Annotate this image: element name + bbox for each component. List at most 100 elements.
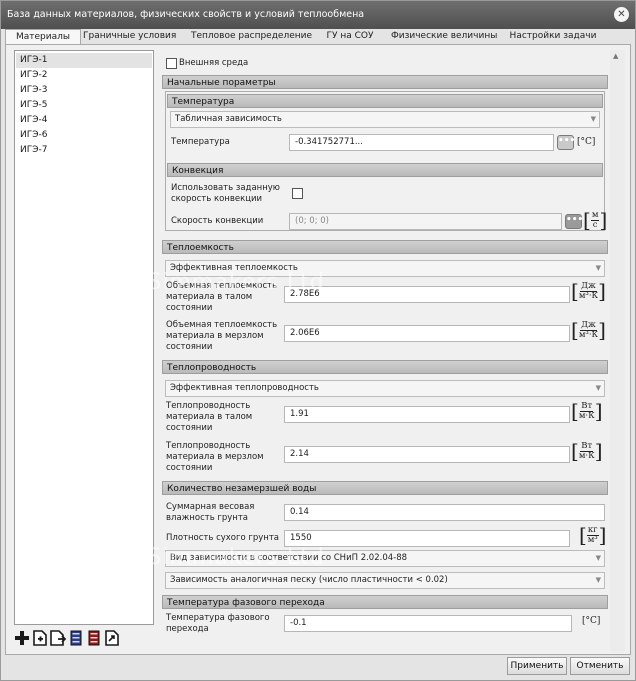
tab-heat-distribution[interactable]: Тепловое распределение — [191, 29, 312, 44]
scroll-up-icon[interactable]: ▲ — [613, 52, 618, 60]
apply-button[interactable]: Применить — [507, 657, 567, 675]
unit-numerator: кг — [586, 524, 599, 536]
temperature-unit: [°C] — [577, 137, 596, 147]
title-bar: База данных материалов, физических свойс… — [1, 1, 635, 29]
thawed-capacity-label-1: Объемная теплоемкость — [166, 281, 278, 291]
chevron-down-icon: ▼ — [595, 384, 601, 392]
list-item[interactable]: ИГЭ-6 — [16, 128, 152, 143]
external-env-label: Внешняя среда — [179, 58, 249, 68]
thawed-conductivity-label-2: материала в талом — [166, 412, 253, 422]
more-icon: ••• — [566, 215, 584, 225]
heat-capacity-header[interactable]: Теплоемкость — [162, 240, 608, 254]
thawed-conductivity-unit: [ Вт м·К ] — [571, 399, 603, 423]
external-env-checkbox[interactable] — [166, 58, 177, 69]
dependency-type-select[interactable]: Вид зависимости в соответствии со СНиП 2… — [165, 550, 605, 567]
frozen-conductivity-unit: [ Вт м·К ] — [571, 439, 603, 463]
phase-transition-label-2: перехода — [166, 624, 209, 634]
moisture-input[interactable]: 0.14 — [284, 504, 605, 521]
material-properties-panel: Внешняя среда Начальные пораметры Темпер… — [161, 50, 609, 652]
frozen-conductivity-input[interactable]: 2.14 — [284, 446, 570, 463]
list-item[interactable]: ИГЭ-3 — [16, 83, 152, 98]
frozen-capacity-label-1: Объемная теплоемкость — [166, 320, 278, 330]
chevron-down-icon: ▼ — [595, 554, 601, 562]
database-red-icon[interactable] — [86, 630, 102, 646]
tab-materials[interactable]: Материалы — [5, 29, 81, 44]
frozen-capacity-input[interactable]: 2.06E6 — [284, 325, 570, 342]
chevron-down-icon: ▼ — [595, 264, 601, 272]
moisture-label-1: Суммарная весовая — [166, 502, 255, 512]
unit-numerator: м — [590, 209, 600, 221]
thawed-capacity-input[interactable]: 2.78E6 — [284, 286, 570, 303]
database-blue-icon[interactable] — [68, 630, 84, 646]
tab-task-settings[interactable]: Настройки задачи — [509, 29, 597, 44]
material-database-window: База данных материалов, физических свойс… — [0, 0, 636, 681]
unit-denominator: м³ — [587, 534, 598, 545]
heat-capacity-mode-select[interactable]: Эффективная теплоемкость ▼ — [165, 260, 605, 277]
dependency-type-value: Вид зависимости в соответствии со СНиП 2… — [170, 553, 408, 563]
phase-transition-unit: [°C] — [582, 616, 601, 626]
list-item[interactable]: ИГЭ-4 — [16, 113, 152, 128]
dialog-footer: Применить Отменить — [5, 657, 631, 679]
temperature-label: Температура — [171, 137, 230, 147]
convection-speed-button[interactable]: ••• — [565, 214, 584, 229]
list-item[interactable]: ИГЭ-1 — [16, 53, 152, 68]
convection-speed-input[interactable]: (0; 0; 0) — [289, 213, 562, 230]
analog-dependency-value: Зависимость аналогичная песку (число пла… — [170, 575, 448, 585]
frozen-capacity-label-2: материала в мерзлом — [166, 331, 264, 341]
thawed-conductivity-label-3: состоянии — [166, 423, 213, 433]
temperature-header[interactable]: Температура — [167, 94, 603, 108]
thawed-conductivity-input[interactable]: 1.91 — [284, 406, 570, 423]
use-convection-checkbox[interactable] — [292, 188, 303, 199]
phase-transition-label-1: Температура фазового — [166, 613, 270, 623]
unfrozen-water-header[interactable]: Количество незамерзшей воды — [162, 481, 608, 495]
close-icon: ✕ — [617, 9, 626, 20]
tab-physical-quantities[interactable]: Физические величины — [391, 29, 497, 44]
add-icon[interactable] — [14, 630, 30, 646]
unit-numerator: Дж — [580, 319, 597, 331]
thawed-capacity-unit: [ Дж м³·К ] — [571, 279, 606, 303]
close-button[interactable]: ✕ — [614, 7, 629, 22]
moisture-label-2: влажность грунта — [166, 513, 249, 523]
density-input[interactable]: 1550 — [284, 530, 570, 547]
copy-document-icon[interactable] — [50, 630, 66, 646]
thawed-conductivity-label-1: Теплопроводность — [166, 401, 251, 411]
list-item[interactable]: ИГЭ-7 — [16, 143, 152, 158]
tab-bc-sou[interactable]: ГУ на СОУ — [323, 29, 377, 44]
list-item[interactable]: ИГЭ-2 — [16, 68, 152, 83]
phase-transition-input[interactable]: -0.1 — [284, 615, 572, 632]
list-item[interactable]: ИГЭ-5 — [16, 98, 152, 113]
temperature-mode-select[interactable]: Табличная зависимость ▼ — [170, 111, 600, 128]
heat-capacity-mode-value: Эффективная теплоемкость — [170, 263, 298, 273]
materials-tab-content: ИГЭ-1 ИГЭ-2 ИГЭ-3 ИГЭ-5 ИГЭ-4 ИГЭ-6 ИГЭ-… — [5, 44, 631, 655]
export-document-icon[interactable] — [104, 630, 120, 646]
conductivity-mode-value: Эффективная теплопроводность — [170, 383, 319, 393]
convection-speed-label: Скорость конвекции — [171, 216, 264, 226]
use-convection-label-1: Использовать заданную — [171, 183, 280, 193]
unit-numerator: Вт — [580, 400, 594, 412]
temperature-input[interactable]: -0.341752771... — [289, 134, 554, 151]
unit-numerator: Вт — [580, 440, 594, 452]
frozen-conductivity-label-3: состоянии — [166, 463, 213, 473]
unit-denominator: м·К — [578, 450, 595, 461]
properties-scrollbar[interactable]: ▲ — [610, 50, 625, 652]
conductivity-mode-select[interactable]: Эффективная теплопроводность ▼ — [165, 380, 605, 397]
tab-boundary-conditions[interactable]: Граничные условия — [83, 29, 176, 44]
unit-denominator: м³·К — [578, 290, 599, 301]
chevron-down-icon: ▼ — [590, 115, 596, 123]
use-convection-label-2: скорость конвекции — [171, 194, 263, 204]
conductivity-header[interactable]: Теплопроводность — [162, 360, 608, 374]
temperature-table-button[interactable]: ••• — [557, 135, 575, 150]
new-document-icon[interactable] — [32, 630, 48, 646]
convection-header[interactable]: Конвекция — [167, 163, 603, 177]
analog-dependency-select[interactable]: Зависимость аналогичная песку (число пла… — [165, 572, 605, 589]
materials-list[interactable]: ИГЭ-1 ИГЭ-2 ИГЭ-3 ИГЭ-5 ИГЭ-4 ИГЭ-6 ИГЭ-… — [14, 50, 154, 625]
frozen-capacity-label-3: состоянии — [166, 342, 213, 352]
cancel-button[interactable]: Отменить — [570, 657, 630, 675]
frozen-conductivity-label-2: материала в мерзлом — [166, 452, 264, 462]
unit-denominator: с — [592, 219, 598, 230]
density-unit: [ кг м³ ] — [579, 523, 607, 547]
initial-params-header[interactable]: Начальные пораметры — [162, 75, 608, 89]
chevron-down-icon: ▼ — [595, 576, 601, 584]
phase-transition-header[interactable]: Температура фазового перехода — [162, 595, 608, 609]
window-title: База данных материалов, физических свойс… — [7, 9, 365, 20]
